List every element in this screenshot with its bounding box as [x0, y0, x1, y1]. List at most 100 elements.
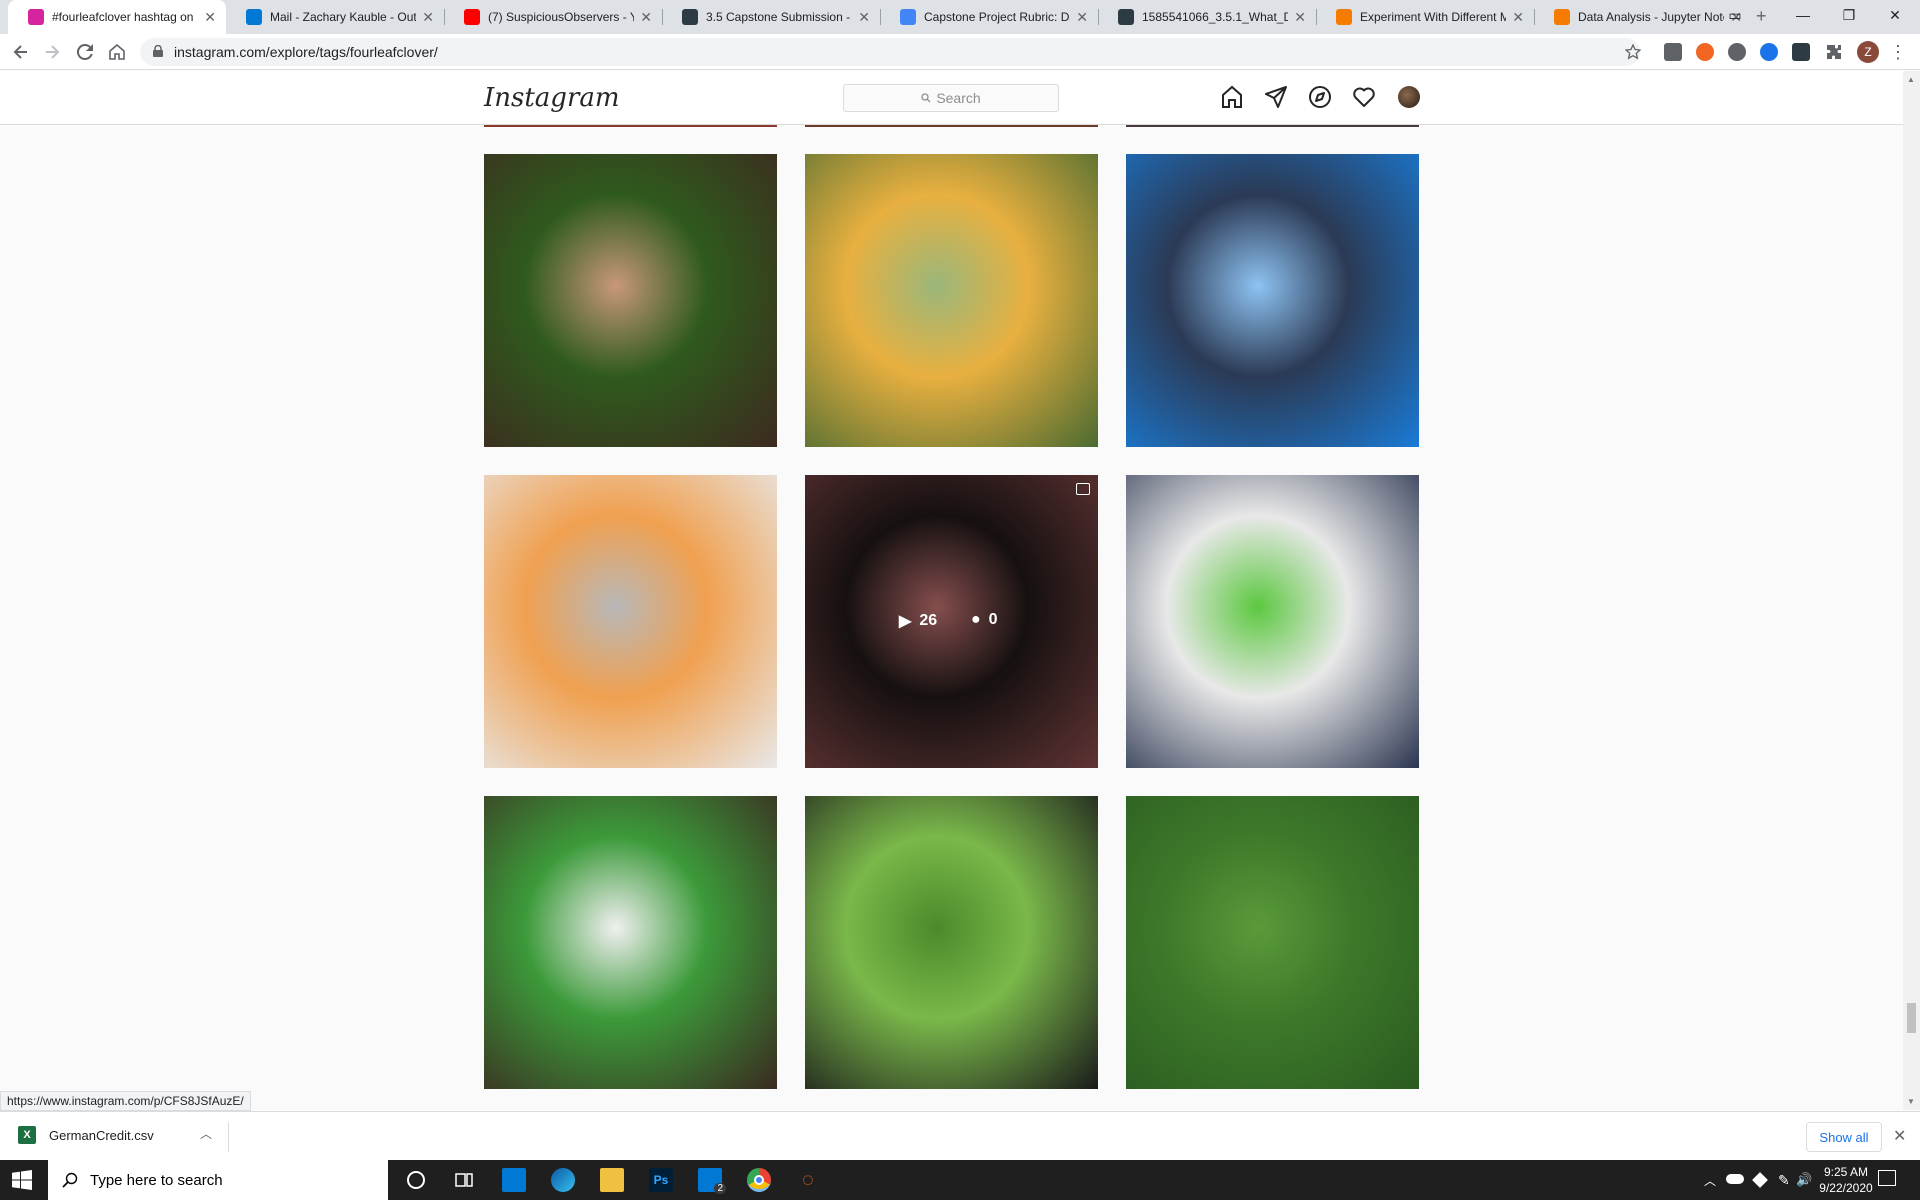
activity-heart-icon[interactable] [1351, 84, 1377, 110]
divider [228, 1122, 229, 1152]
tab-5[interactable]: 1585541066_3.5.1_What_Da ✕ [1098, 0, 1316, 34]
chrome-icon[interactable] [747, 1168, 771, 1192]
scroll-down-icon[interactable]: ▼ [1907, 1097, 1915, 1106]
instagram-header: Instagram Search [0, 71, 1903, 125]
menu-kebab-icon[interactable]: ⋮ [1886, 40, 1910, 64]
minimize-icon[interactable]: — [1780, 0, 1826, 30]
download-filename[interactable]: GermanCredit.csv [49, 1128, 154, 1143]
post-clover-in-hand-car[interactable] [484, 154, 777, 447]
url-text: instagram.com/explore/tags/fourleafclove… [174, 44, 438, 60]
extension-blue-icon[interactable] [1760, 43, 1778, 61]
tray-chevron-icon[interactable]: ︿ [1704, 1172, 1716, 1189]
post-man-tgif[interactable] [1126, 154, 1419, 447]
volume-icon[interactable]: 🔊 [1796, 1172, 1812, 1188]
task-view-icon[interactable] [452, 1168, 476, 1192]
direct-icon[interactable] [1263, 84, 1289, 110]
tab-1[interactable]: Mail - Zachary Kauble - Out ✕ [226, 0, 444, 34]
cortana-icon[interactable] [404, 1168, 428, 1192]
tab-2[interactable]: (7) SuspiciousObservers - Yo ✕ [444, 0, 662, 34]
search-icon [921, 93, 931, 103]
chevron-up-icon[interactable]: ︿ [200, 1125, 212, 1142]
post-green-wreath[interactable] [1126, 475, 1419, 768]
profile-avatar[interactable]: Z [1857, 41, 1879, 63]
clock[interactable]: 9:25 AM 9/22/2020 [1816, 1164, 1876, 1196]
tab-6[interactable]: Experiment With Different M ✕ [1316, 0, 1534, 34]
date-text: 9/22/2020 [1819, 1181, 1873, 1195]
notification-icon[interactable] [1878, 1170, 1896, 1186]
show-all-button[interactable]: Show all [1806, 1122, 1882, 1152]
tab-favicon-icon [1554, 9, 1570, 25]
post-necklace-clover[interactable] [484, 475, 777, 768]
tab-4[interactable]: Capstone Project Rubric: Da ✕ [880, 0, 1098, 34]
extension-orange-icon[interactable] [1696, 43, 1714, 61]
post-man-sunglasses-video[interactable]: ▶ 26 ● 0 [805, 475, 1098, 768]
tab-favicon-icon [246, 9, 262, 25]
browser-toolbar: instagram.com/explore/tags/fourleafclove… [0, 34, 1920, 70]
scroll-thumb[interactable] [1907, 1003, 1916, 1033]
partial-post-top [484, 125, 777, 127]
post-golf-ball-clover[interactable] [484, 796, 777, 1089]
back-icon[interactable] [9, 40, 33, 64]
reading-mode-icon[interactable]: ▭ [1712, 0, 1758, 30]
tab-title: 1585541066_3.5.1_What_Da [1142, 10, 1289, 24]
extensions-puzzle-icon[interactable] [1822, 40, 1846, 64]
excel-file-icon: X [18, 1126, 36, 1144]
taskbar-search-placeholder: Type here to search [90, 1171, 223, 1189]
photoshop-icon[interactable]: Ps [649, 1168, 673, 1192]
store-icon[interactable] [502, 1168, 526, 1192]
tab-close-icon[interactable]: ✕ [640, 9, 652, 26]
file-explorer-icon[interactable] [600, 1168, 624, 1192]
jupyter-icon[interactable]: ◌ [796, 1168, 820, 1192]
tab-close-icon[interactable]: ✕ [1512, 9, 1524, 26]
tab-0[interactable]: #fourleafclover hashtag on ✕ [8, 0, 226, 34]
dropbox-icon[interactable] [1752, 1172, 1768, 1188]
explore-icon[interactable] [1307, 84, 1333, 110]
mail-badge: 2 [714, 1183, 726, 1194]
post-clovers-dark-table[interactable] [805, 796, 1098, 1089]
tab-favicon-icon [464, 9, 480, 25]
window-close-icon[interactable]: ✕ [1872, 0, 1918, 30]
status-bar-url: https://www.instagram.com/p/CFS8JSfAuzE/ [0, 1091, 251, 1111]
tab-title: Capstone Project Rubric: Da [924, 10, 1071, 24]
search-placeholder: Search [936, 90, 981, 106]
tab-3[interactable]: 3.5 Capstone Submission - ✕ [662, 0, 880, 34]
close-icon[interactable]: ✕ [1893, 1126, 1906, 1146]
comment-count-value: 0 [988, 611, 998, 628]
page-scrollbar[interactable]: ▲ ▼ [1903, 71, 1920, 1110]
scroll-up-icon[interactable]: ▲ [1907, 75, 1915, 84]
post-clover-patch[interactable] [1126, 796, 1419, 1089]
time-text: 9:25 AM [1823, 1165, 1869, 1179]
extension-g-icon[interactable] [1664, 43, 1682, 61]
mail-icon[interactable]: 2 [698, 1168, 726, 1194]
instagram-logo[interactable]: Instagram [484, 83, 620, 113]
search-input[interactable]: Search [843, 84, 1059, 112]
tab-title: Mail - Zachary Kauble - Out [270, 10, 417, 24]
tab-close-icon[interactable]: ✕ [1294, 9, 1306, 26]
tab-title: #fourleafclover hashtag on [52, 10, 194, 24]
lock-icon [153, 45, 163, 57]
partial-post-top [805, 125, 1098, 127]
play-icon: ▶ [899, 613, 912, 630]
edge-icon[interactable] [551, 1168, 575, 1192]
address-bar[interactable]: instagram.com/explore/tags/fourleafclove… [140, 38, 1640, 66]
tab-close-icon[interactable]: ✕ [858, 9, 870, 26]
home-icon[interactable] [105, 40, 129, 64]
post-family-sunflowers[interactable] [805, 154, 1098, 447]
comment-icon: ● [971, 611, 981, 628]
forward-icon[interactable] [40, 40, 64, 64]
bookmark-star-icon[interactable] [1621, 40, 1645, 64]
reload-icon[interactable] [73, 40, 97, 64]
profile-avatar[interactable] [1396, 84, 1422, 110]
extension-dark-icon[interactable] [1792, 43, 1810, 61]
taskbar-search[interactable]: Type here to search [48, 1160, 388, 1200]
onedrive-icon[interactable] [1726, 1174, 1744, 1184]
comment-count: ● 0 [971, 611, 998, 629]
windows-start-icon[interactable] [12, 1170, 32, 1190]
tab-close-icon[interactable]: ✕ [204, 9, 216, 26]
tab-close-icon[interactable]: ✕ [1076, 9, 1088, 26]
extension-circle-icon[interactable] [1728, 43, 1746, 61]
home-icon[interactable] [1219, 84, 1245, 110]
restore-icon[interactable]: ❐ [1826, 0, 1872, 30]
tab-close-icon[interactable]: ✕ [422, 9, 434, 26]
pen-icon[interactable]: ✎ [1778, 1172, 1790, 1189]
